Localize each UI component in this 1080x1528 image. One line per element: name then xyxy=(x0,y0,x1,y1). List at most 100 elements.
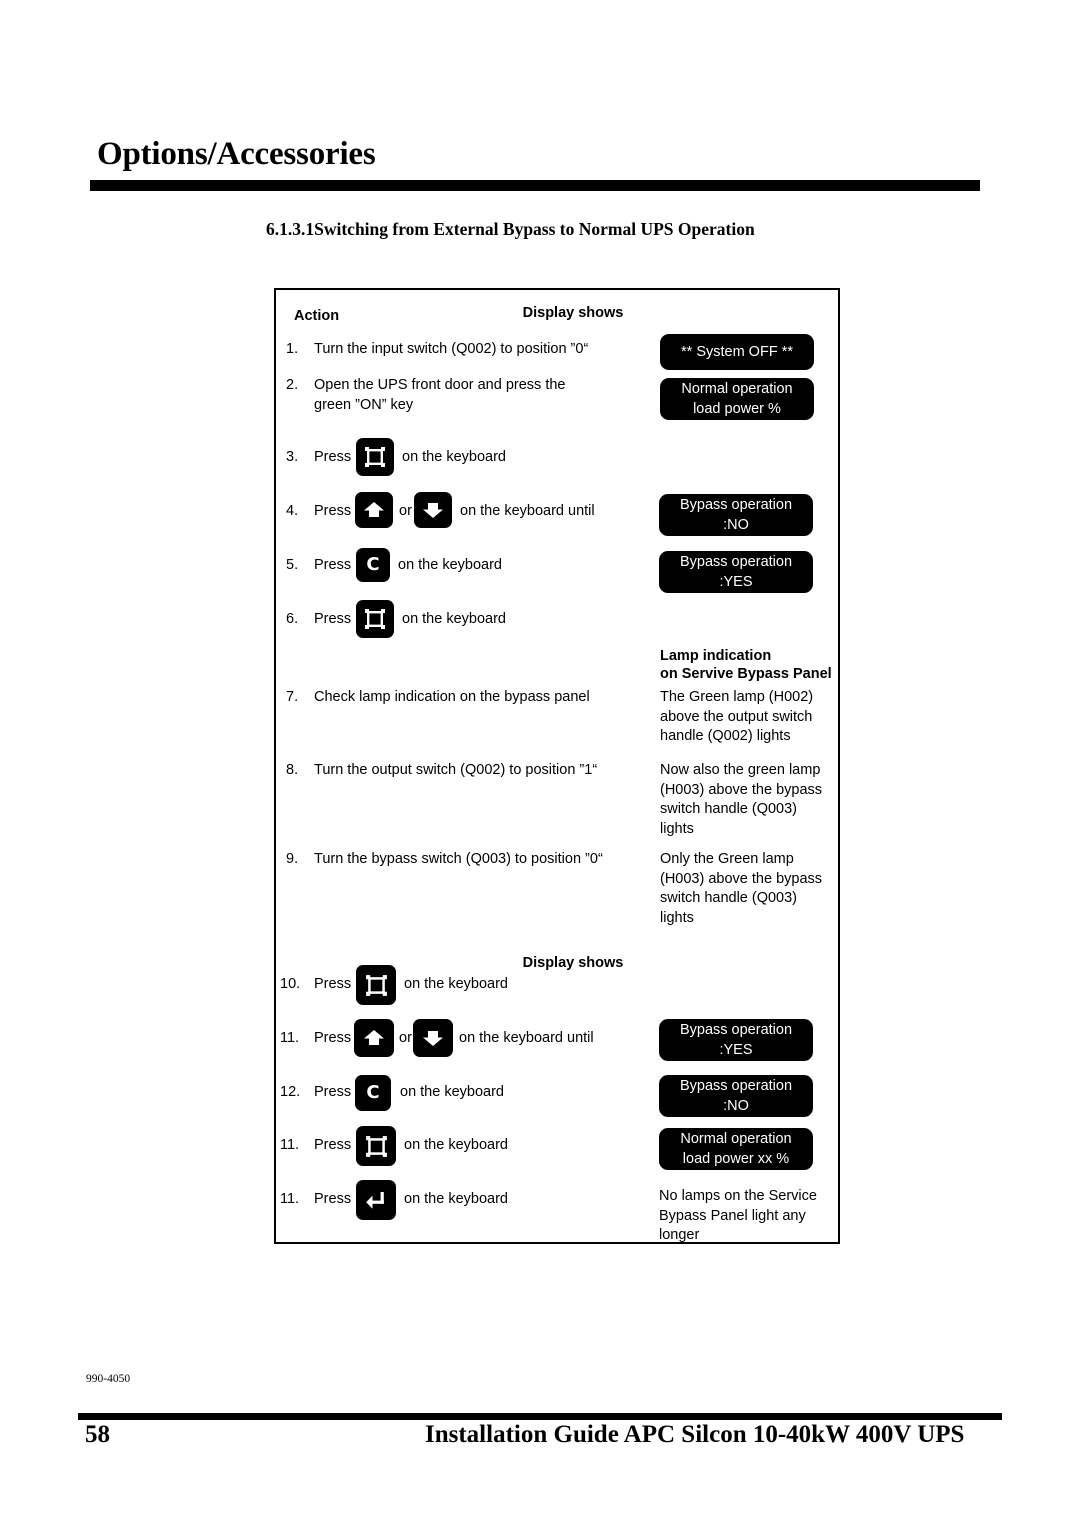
step-action-text: Turn the output switch (Q002) to positio… xyxy=(314,762,598,778)
display-frame-key-icon[interactable] xyxy=(356,965,396,1005)
step-number: 5. xyxy=(286,557,299,573)
c-key-label: C xyxy=(366,554,380,575)
lamp-indication-line: above the output switch xyxy=(660,708,813,725)
column-header-lamp-indication-line2: on Servive Bypass Panel xyxy=(660,666,832,682)
step-action-text: Press xyxy=(314,503,352,519)
display-line: ** System OFF ** xyxy=(681,344,793,360)
display-line: Bypass operation xyxy=(679,1022,793,1038)
display-line: Bypass operation xyxy=(679,497,793,513)
display-readout: Bypass operation :YES xyxy=(659,1019,813,1061)
lamp-indication-text: Now also the green lamp (H003) above the… xyxy=(660,761,838,839)
lamp-indication-line: lights xyxy=(660,820,694,837)
lamp-indication-line: longer xyxy=(659,1227,700,1243)
step-action-text: Press xyxy=(314,1137,352,1153)
step-action-text: Press xyxy=(314,1084,352,1100)
step-action-suffix: on the keyboard xyxy=(404,976,508,992)
arrow-down-key-icon[interactable] xyxy=(414,492,452,528)
step-action-text-line2: green ”ON” key xyxy=(314,397,414,413)
lamp-indication-line: No lamps on the Service xyxy=(659,1188,817,1204)
enter-key-icon[interactable] xyxy=(356,1180,396,1220)
step-number: 11. xyxy=(280,1030,300,1046)
display-readout: Normal operation load power % xyxy=(660,378,814,420)
footer-title: Installation Guide APC Silcon 10-40kW 40… xyxy=(425,1421,965,1448)
lamp-indication-text: No lamps on the Service Bypass Panel lig… xyxy=(659,1187,837,1246)
step-action-text: Press xyxy=(314,976,352,992)
lamp-indication-line: (H003) above the bypass xyxy=(660,781,823,798)
display-line: :NO xyxy=(723,517,749,533)
footer-divider-rule xyxy=(78,1413,1002,1420)
step-action-text: Open the UPS front door and press the xyxy=(314,377,566,393)
c-key-label: C xyxy=(366,1082,380,1103)
display-line: Bypass operation xyxy=(679,1078,793,1094)
step-icon-separator: or xyxy=(399,503,412,519)
step-number: 11. xyxy=(280,1191,300,1207)
c-key-icon[interactable]: C xyxy=(355,1075,391,1111)
step-action-suffix: on the keyboard xyxy=(404,1137,508,1153)
lamp-indication-line: Now also the green lamp xyxy=(660,762,821,778)
step-action-suffix: on the keyboard xyxy=(404,1191,508,1207)
arrow-up-key-icon[interactable] xyxy=(354,1019,394,1057)
page-title: Options/Accessories xyxy=(97,136,376,172)
step-icon-separator: or xyxy=(399,1030,412,1046)
display-line: Bypass operation xyxy=(679,554,793,570)
arrow-up-key-icon[interactable] xyxy=(355,492,393,528)
display-line: :NO xyxy=(723,1098,749,1114)
lamp-indication-line: (H003) above the bypass xyxy=(660,870,823,887)
procedure-table: Action Display shows 1. Turn the input s… xyxy=(274,288,840,1244)
display-line: :YES xyxy=(719,574,753,590)
column-header-lamp-indication-line1: Lamp indication xyxy=(660,648,772,664)
step-number: 9. xyxy=(286,851,299,867)
step-action-suffix: on the keyboard xyxy=(398,557,502,573)
step-action-text: Press xyxy=(314,449,352,465)
display-line: :YES xyxy=(719,1042,753,1058)
lamp-indication-line: lights xyxy=(660,909,694,926)
document-code: 990-4050 xyxy=(86,1373,131,1385)
display-readout: Normal operation load power xx % xyxy=(659,1128,813,1170)
step-action-suffix: on the keyboard until xyxy=(460,503,595,519)
step-number: 7. xyxy=(286,689,299,705)
step-action-text: Press xyxy=(314,557,352,573)
lamp-indication-line: switch handle (Q003) xyxy=(660,890,798,906)
step-action-text: Turn the bypass switch (Q003) to positio… xyxy=(314,851,603,867)
display-readout: ** System OFF ** xyxy=(660,334,814,370)
step-number: 8. xyxy=(286,762,299,778)
step-action-suffix: on the keyboard xyxy=(402,611,506,627)
section-heading: 6.1.3.1Switching from External Bypass to… xyxy=(266,219,755,239)
lamp-indication-line: handle (Q002) lights xyxy=(660,728,791,744)
display-frame-key-icon[interactable] xyxy=(356,600,394,638)
display-line: load power % xyxy=(693,401,781,417)
display-readout: Bypass operation :YES xyxy=(659,551,813,593)
column-header-display-shows-top: Display shows xyxy=(522,305,624,321)
arrow-down-key-icon[interactable] xyxy=(413,1019,453,1057)
step-number: 12. xyxy=(280,1084,301,1100)
display-readout: Bypass operation :NO xyxy=(659,494,813,536)
step-number: 2. xyxy=(286,377,299,393)
display-line: Normal operation xyxy=(680,1131,792,1147)
step-number: 11. xyxy=(280,1137,300,1153)
lamp-indication-text: Only the Green lamp (H003) above the byp… xyxy=(660,850,838,928)
page-number: 58 xyxy=(85,1421,110,1448)
lamp-indication-line: Bypass Panel light any xyxy=(659,1207,806,1224)
step-action-suffix: on the keyboard until xyxy=(459,1030,594,1046)
step-number: 4. xyxy=(286,503,299,519)
lamp-indication-line: switch handle (Q003) xyxy=(660,801,798,817)
step-action-text: Press xyxy=(314,1191,352,1207)
step-action-text: Turn the input switch (Q002) to position… xyxy=(314,341,589,357)
header-divider-rule xyxy=(90,180,980,191)
column-header-display-shows-bottom: Display shows xyxy=(522,955,624,971)
display-frame-key-icon[interactable] xyxy=(356,438,394,476)
display-line: load power xx % xyxy=(682,1151,790,1167)
step-action-suffix: on the keyboard xyxy=(402,449,506,465)
step-number: 10. xyxy=(280,976,301,992)
display-readout: Bypass operation :NO xyxy=(659,1075,813,1117)
step-action-suffix: on the keyboard xyxy=(400,1084,504,1100)
step-number: 1. xyxy=(286,341,299,357)
step-action-text: Check lamp indication on the bypass pane… xyxy=(314,689,590,705)
column-header-action: Action xyxy=(294,308,340,324)
c-key-icon[interactable]: C xyxy=(356,548,390,582)
step-number: 6. xyxy=(286,611,299,627)
step-action-text: Press xyxy=(314,611,352,627)
lamp-indication-line: Only the Green lamp xyxy=(660,851,794,867)
step-number: 3. xyxy=(286,449,299,465)
display-frame-key-icon[interactable] xyxy=(356,1126,396,1166)
